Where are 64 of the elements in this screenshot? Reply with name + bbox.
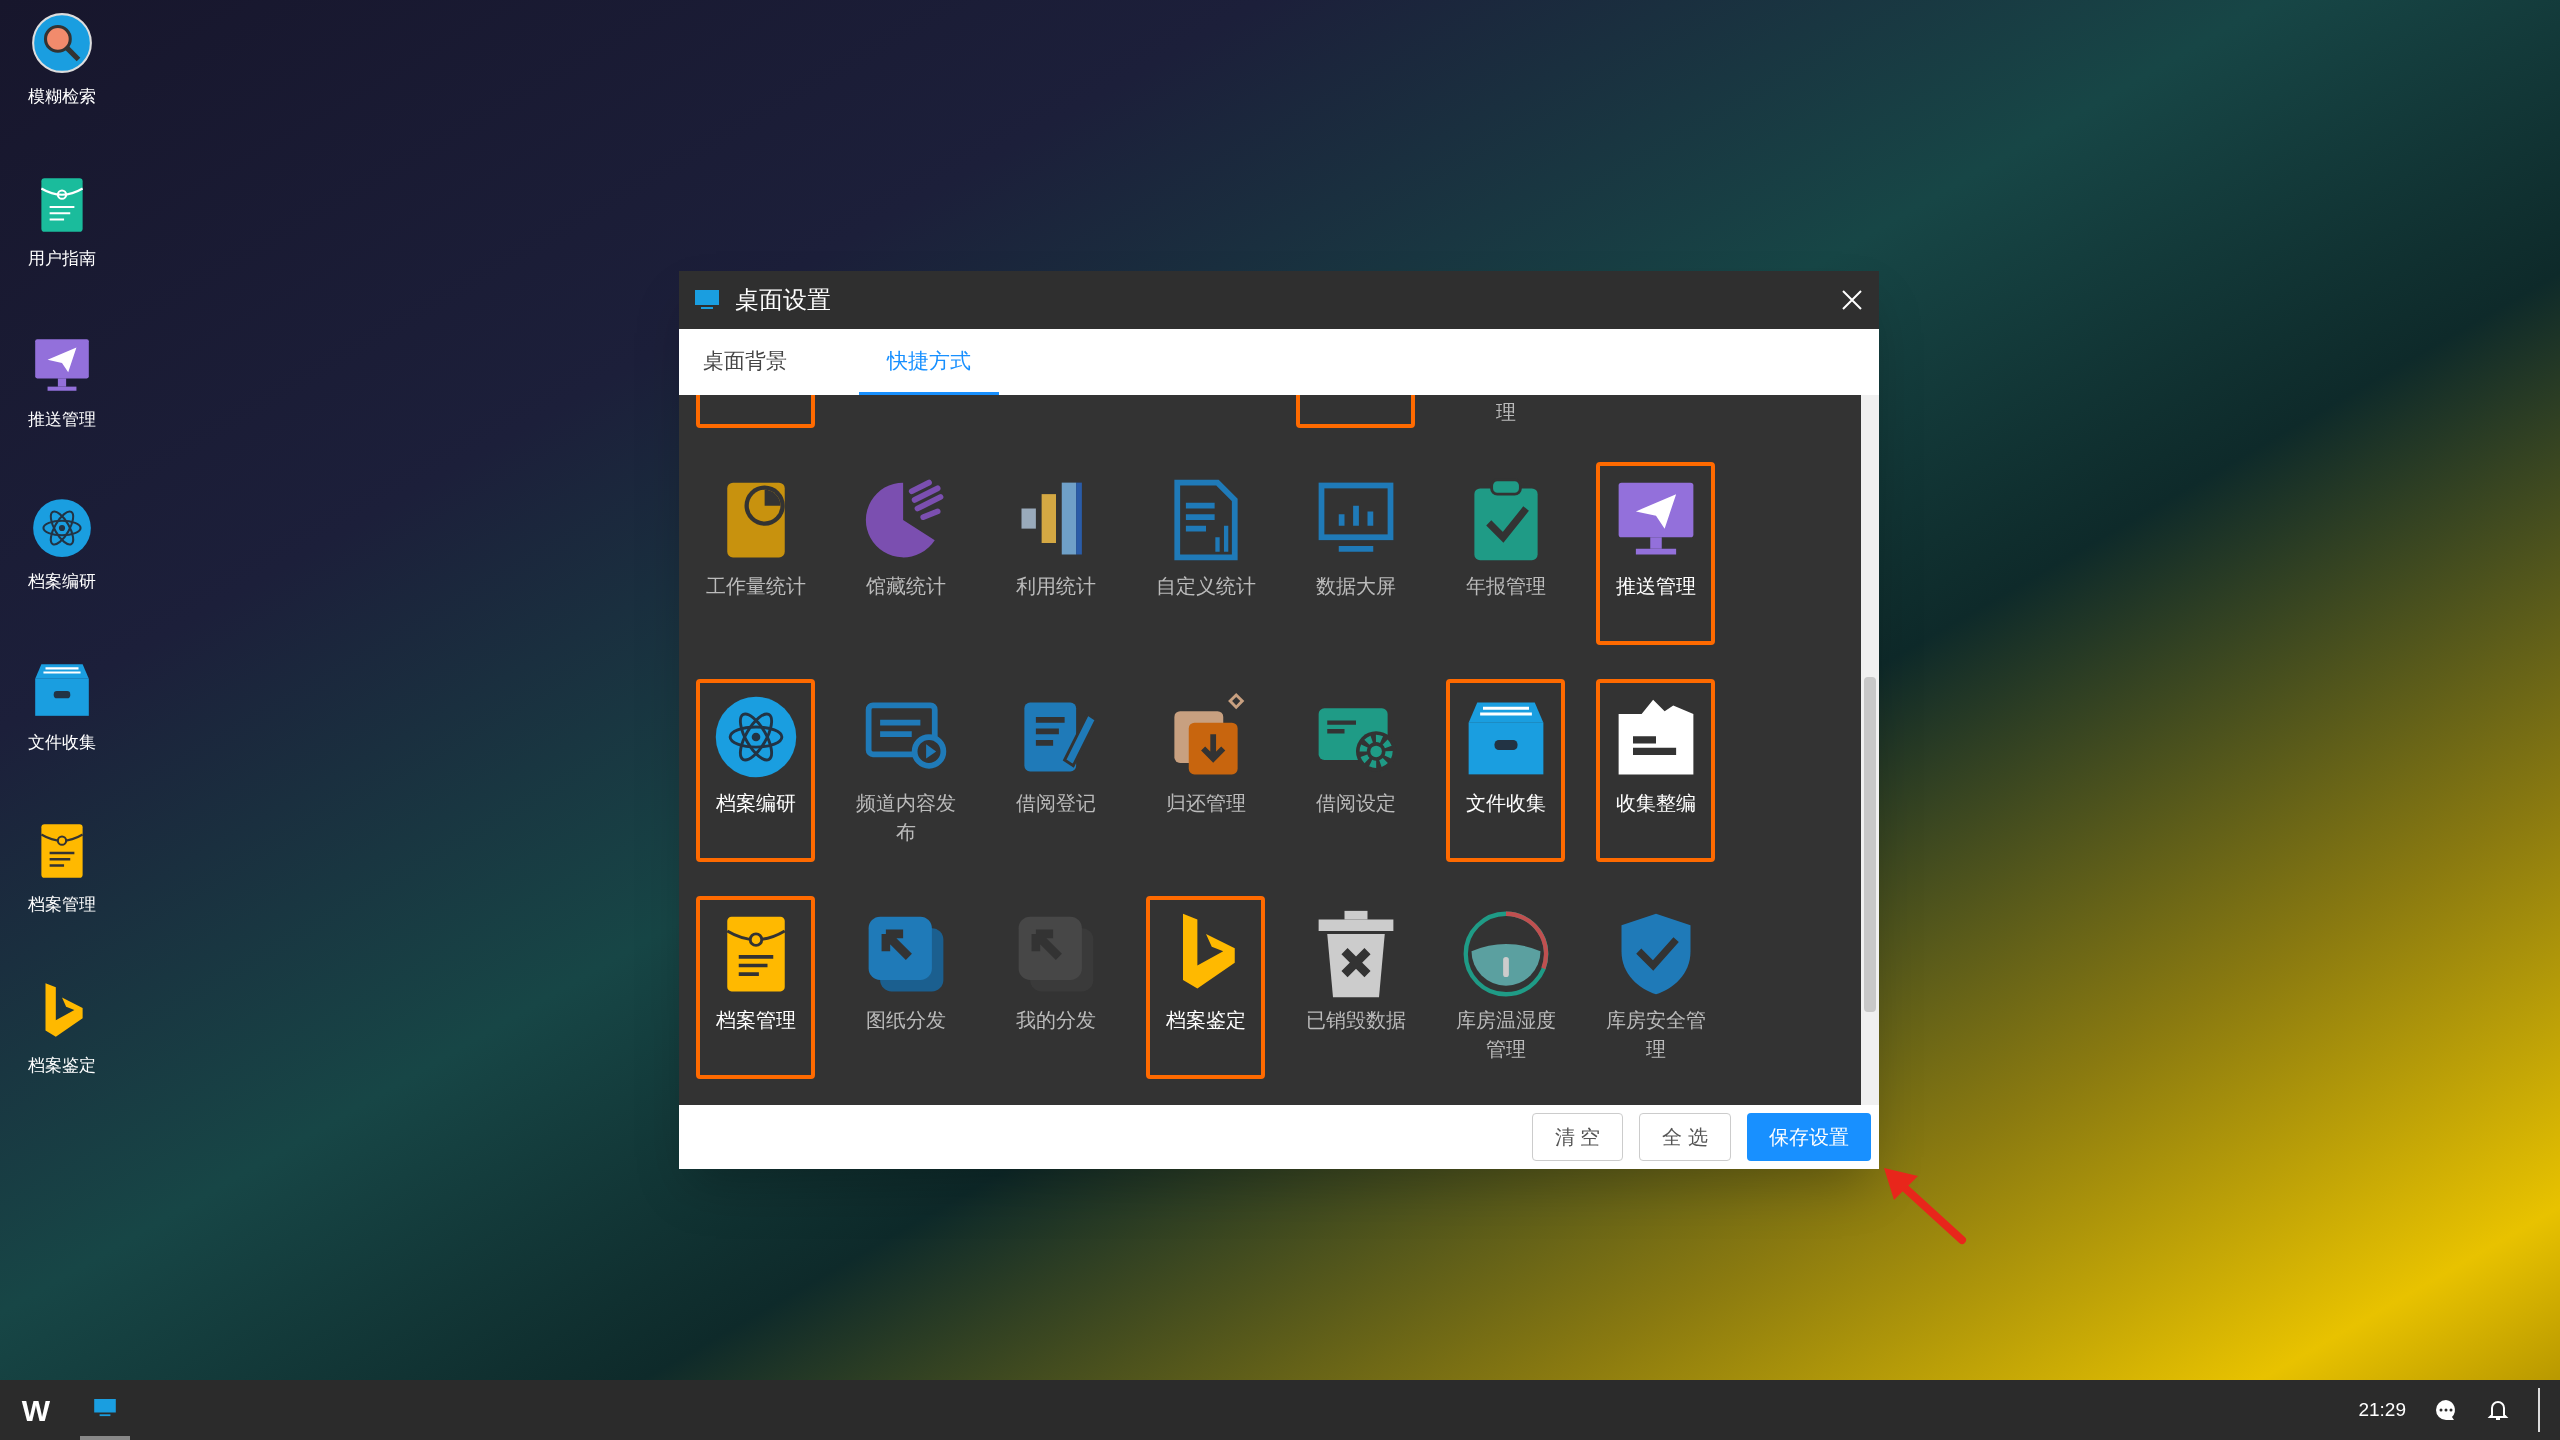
shortcut-tile[interactable]: 频道内容发布 (846, 679, 965, 862)
shortcut-label: 数据大屏 (1314, 574, 1397, 599)
shortcut-tile[interactable]: 库房安全管理 (1596, 896, 1715, 1079)
shortcut-label: 档案鉴定 (1164, 1008, 1247, 1033)
shortcut-tile[interactable]: 库房温湿度管理 (1446, 896, 1565, 1079)
shortcut-label: 年报管理 (1464, 574, 1547, 599)
shortcut-tile[interactable]: 图纸分发 (846, 896, 965, 1079)
shortcut-label: 理 (1494, 400, 1517, 424)
desktop-shortcut[interactable]: 用户指南 (28, 171, 96, 271)
bell-icon[interactable] (2486, 1398, 2510, 1422)
shortcut-tile[interactable]: 借阅登记 (996, 679, 1115, 862)
shortcut-tile[interactable]: 归还管理 (1146, 679, 1265, 862)
shortcut-label: 利用统计 (1014, 574, 1097, 599)
shortcut-tile[interactable]: 已销毁数据 (1296, 896, 1415, 1079)
shortcut-label: 馆藏统计 (864, 574, 947, 599)
shortcut-tile[interactable]: 档案管理 (696, 896, 815, 1079)
shortcut-tile[interactable]: 理 (1446, 395, 1565, 428)
tab[interactable]: 桌面背景 (679, 329, 859, 395)
shortcut-tile[interactable]: 文件收集 (1446, 679, 1565, 862)
shortcut-label: 推送管理 (1614, 574, 1697, 599)
shortcut-tile[interactable]: 工作量统计 (696, 462, 815, 645)
dialog-title: 桌面设置 (735, 285, 832, 315)
desktop-shortcut[interactable]: 档案管理 (28, 817, 96, 917)
monitor-icon (695, 290, 719, 310)
shortcut-label: 文件收集 (1464, 791, 1547, 816)
shortcut-tile[interactable]: 馆藏统计 (846, 462, 965, 645)
chat-icon[interactable] (2434, 1398, 2458, 1422)
clock: 21:29 (2358, 1397, 2406, 1422)
desktop-shortcut[interactable]: 模糊检索 (28, 10, 96, 110)
shortcut-label: 档案管理 (714, 1008, 797, 1033)
shortcut-label: 我的分发 (1014, 1008, 1097, 1033)
shortcut-label: 自定义统计 (1154, 574, 1257, 599)
shortcut-label: 库房安全管理 (1604, 1008, 1707, 1062)
magnifier-icon (29, 10, 95, 76)
shortcut-label: 档案编研 (714, 791, 797, 816)
shortcut-tile[interactable]: 我的分发 (996, 896, 1115, 1079)
shortcut-tile[interactable]: 档案鉴定 (1146, 896, 1265, 1079)
shortcut-label: 图纸分发 (864, 1008, 947, 1033)
shortcut-tile[interactable]: 年报管理 (1446, 462, 1565, 645)
footer-button[interactable]: 全 选 (1639, 1113, 1731, 1161)
shortcut-tile[interactable]: 档案编研 (696, 679, 815, 862)
shortcut-tile[interactable]: 数据大屏 (1296, 462, 1415, 645)
shortcut-tile[interactable]: 推送管理 (1596, 462, 1715, 645)
shortcut-label: 频道内容发布 (854, 791, 957, 845)
desktop-shortcut[interactable]: 档案鉴定 (28, 979, 96, 1079)
footer-button[interactable]: 清 空 (1531, 1113, 1624, 1161)
scrollbar[interactable] (1861, 395, 1879, 1105)
desktop-shortcut[interactable]: 文件收集 (28, 656, 96, 756)
shortcut-label: 收集整编 (1614, 791, 1697, 816)
shortcut-label: 借阅登记 (1014, 791, 1097, 816)
shortcut-label: 已销毁数据 (1304, 1008, 1407, 1033)
logo[interactable]: W (20, 1387, 52, 1433)
close-icon[interactable] (1841, 289, 1863, 311)
shortcut-tile[interactable]: 利用统计 (996, 462, 1115, 645)
shortcut-tile[interactable]: 借阅设定 (1296, 679, 1415, 862)
desktop-shortcut[interactable]: 档案编研 (28, 494, 96, 594)
shortcut-tile[interactable]: 自定义统计 (1146, 462, 1265, 645)
shortcut-label: 库房温湿度管理 (1454, 1008, 1557, 1062)
shortcut-label: 工作量统计 (704, 574, 807, 599)
shortcut-tile[interactable]: 收集整编 (1596, 679, 1715, 862)
shortcut-label: 借阅设定 (1314, 791, 1397, 816)
desktop-shortcut[interactable]: 推送管理 (28, 333, 96, 433)
shortcut-label: 归还管理 (1164, 791, 1247, 816)
monitor-icon (94, 1399, 116, 1417)
